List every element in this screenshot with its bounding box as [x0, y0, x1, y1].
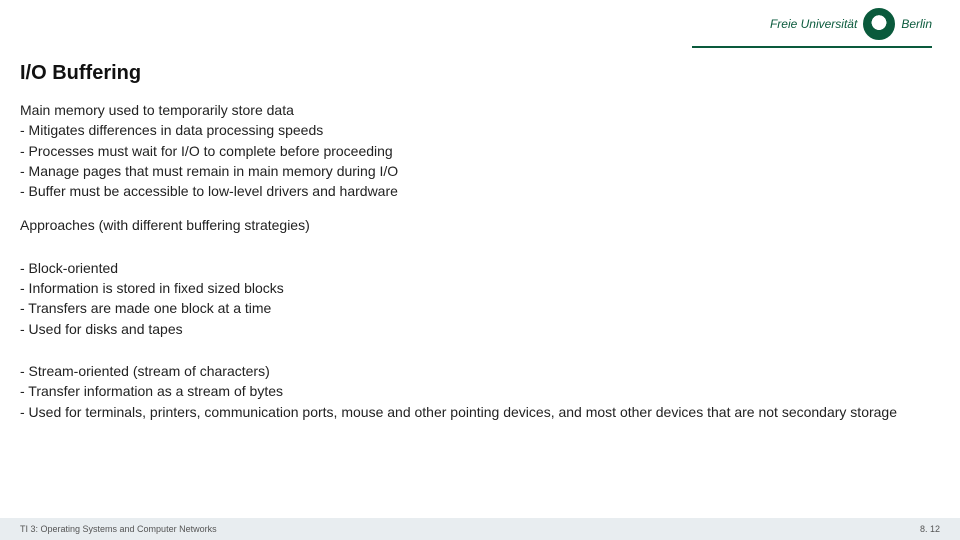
body-line: - Used for disks and tapes	[20, 319, 932, 339]
footer-left: TI 3: Operating Systems and Computer Net…	[20, 524, 217, 534]
slide: Freie Universität Berlin I/O Buffering M…	[0, 0, 960, 540]
logo-text-left: Freie Universität	[770, 17, 857, 31]
seal-icon	[863, 8, 895, 40]
body-line: - Transfers are made one block at a time	[20, 298, 932, 318]
body-line: - Manage pages that must remain in main …	[20, 161, 932, 181]
footer: TI 3: Operating Systems and Computer Net…	[0, 518, 960, 540]
body-line: Main memory used to temporarily store da…	[20, 100, 932, 120]
university-logo: Freie Universität Berlin	[770, 8, 932, 40]
body-line: Approaches (with different buffering str…	[20, 215, 932, 235]
body-line: - Buffer must be accessible to low-level…	[20, 181, 932, 201]
slide-body: Main memory used to temporarily store da…	[20, 100, 932, 422]
logo-underline	[692, 46, 932, 48]
slide-title: I/O Buffering	[20, 62, 141, 85]
body-line: - Block-oriented	[20, 258, 932, 278]
body-line: - Used for terminals, printers, communic…	[20, 402, 932, 422]
body-line: - Information is stored in fixed sized b…	[20, 278, 932, 298]
body-line: - Stream-oriented (stream of characters)	[20, 361, 932, 381]
body-line: - Processes must wait for I/O to complet…	[20, 141, 932, 161]
body-line: - Mitigates differences in data processi…	[20, 120, 932, 140]
footer-right: 8. 12	[920, 524, 940, 534]
logo-text-right: Berlin	[901, 17, 932, 31]
body-line: - Transfer information as a stream of by…	[20, 381, 932, 401]
